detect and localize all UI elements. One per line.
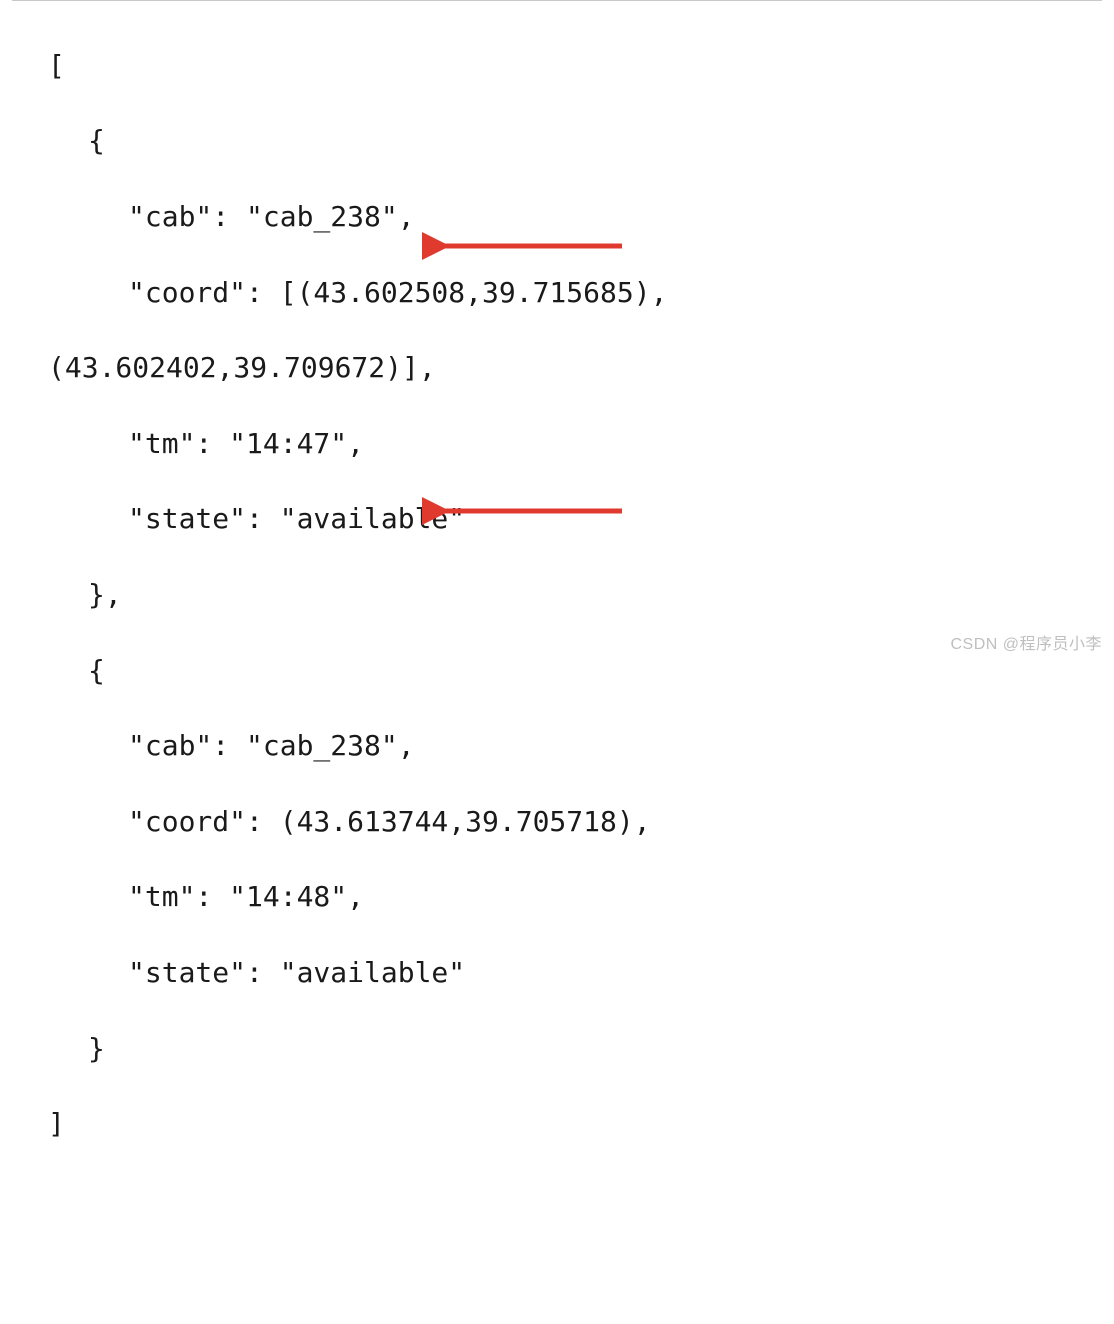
code-line: { — [12, 122, 1102, 160]
code-line: "state": "available" — [12, 954, 1102, 992]
code-line: "tm": "14:48", — [12, 878, 1102, 916]
code-line: "tm": "14:47", — [12, 425, 1102, 463]
code-line: }, — [12, 576, 1102, 614]
code-line: "coord": (43.613744,39.705718), — [12, 803, 1102, 841]
code-block: [ { "cab": "cab_238", "coord": [(43.6025… — [12, 0, 1102, 1324]
watermark-text: CSDN @程序员小李 — [950, 634, 1102, 656]
code-line: "cab": "cab_238", — [12, 727, 1102, 765]
code-line: } — [12, 1030, 1102, 1068]
code-line: "state": "available" — [12, 500, 1102, 538]
code-line: (43.602402,39.709672)], — [12, 349, 1102, 387]
code-line: "cab": "cab_238", — [12, 198, 1102, 236]
code-line: [ — [12, 47, 1102, 85]
code-line: "coord": [(43.602508,39.715685), — [12, 274, 1102, 312]
code-line: ] — [12, 1105, 1102, 1143]
code-line: { — [12, 652, 1102, 690]
